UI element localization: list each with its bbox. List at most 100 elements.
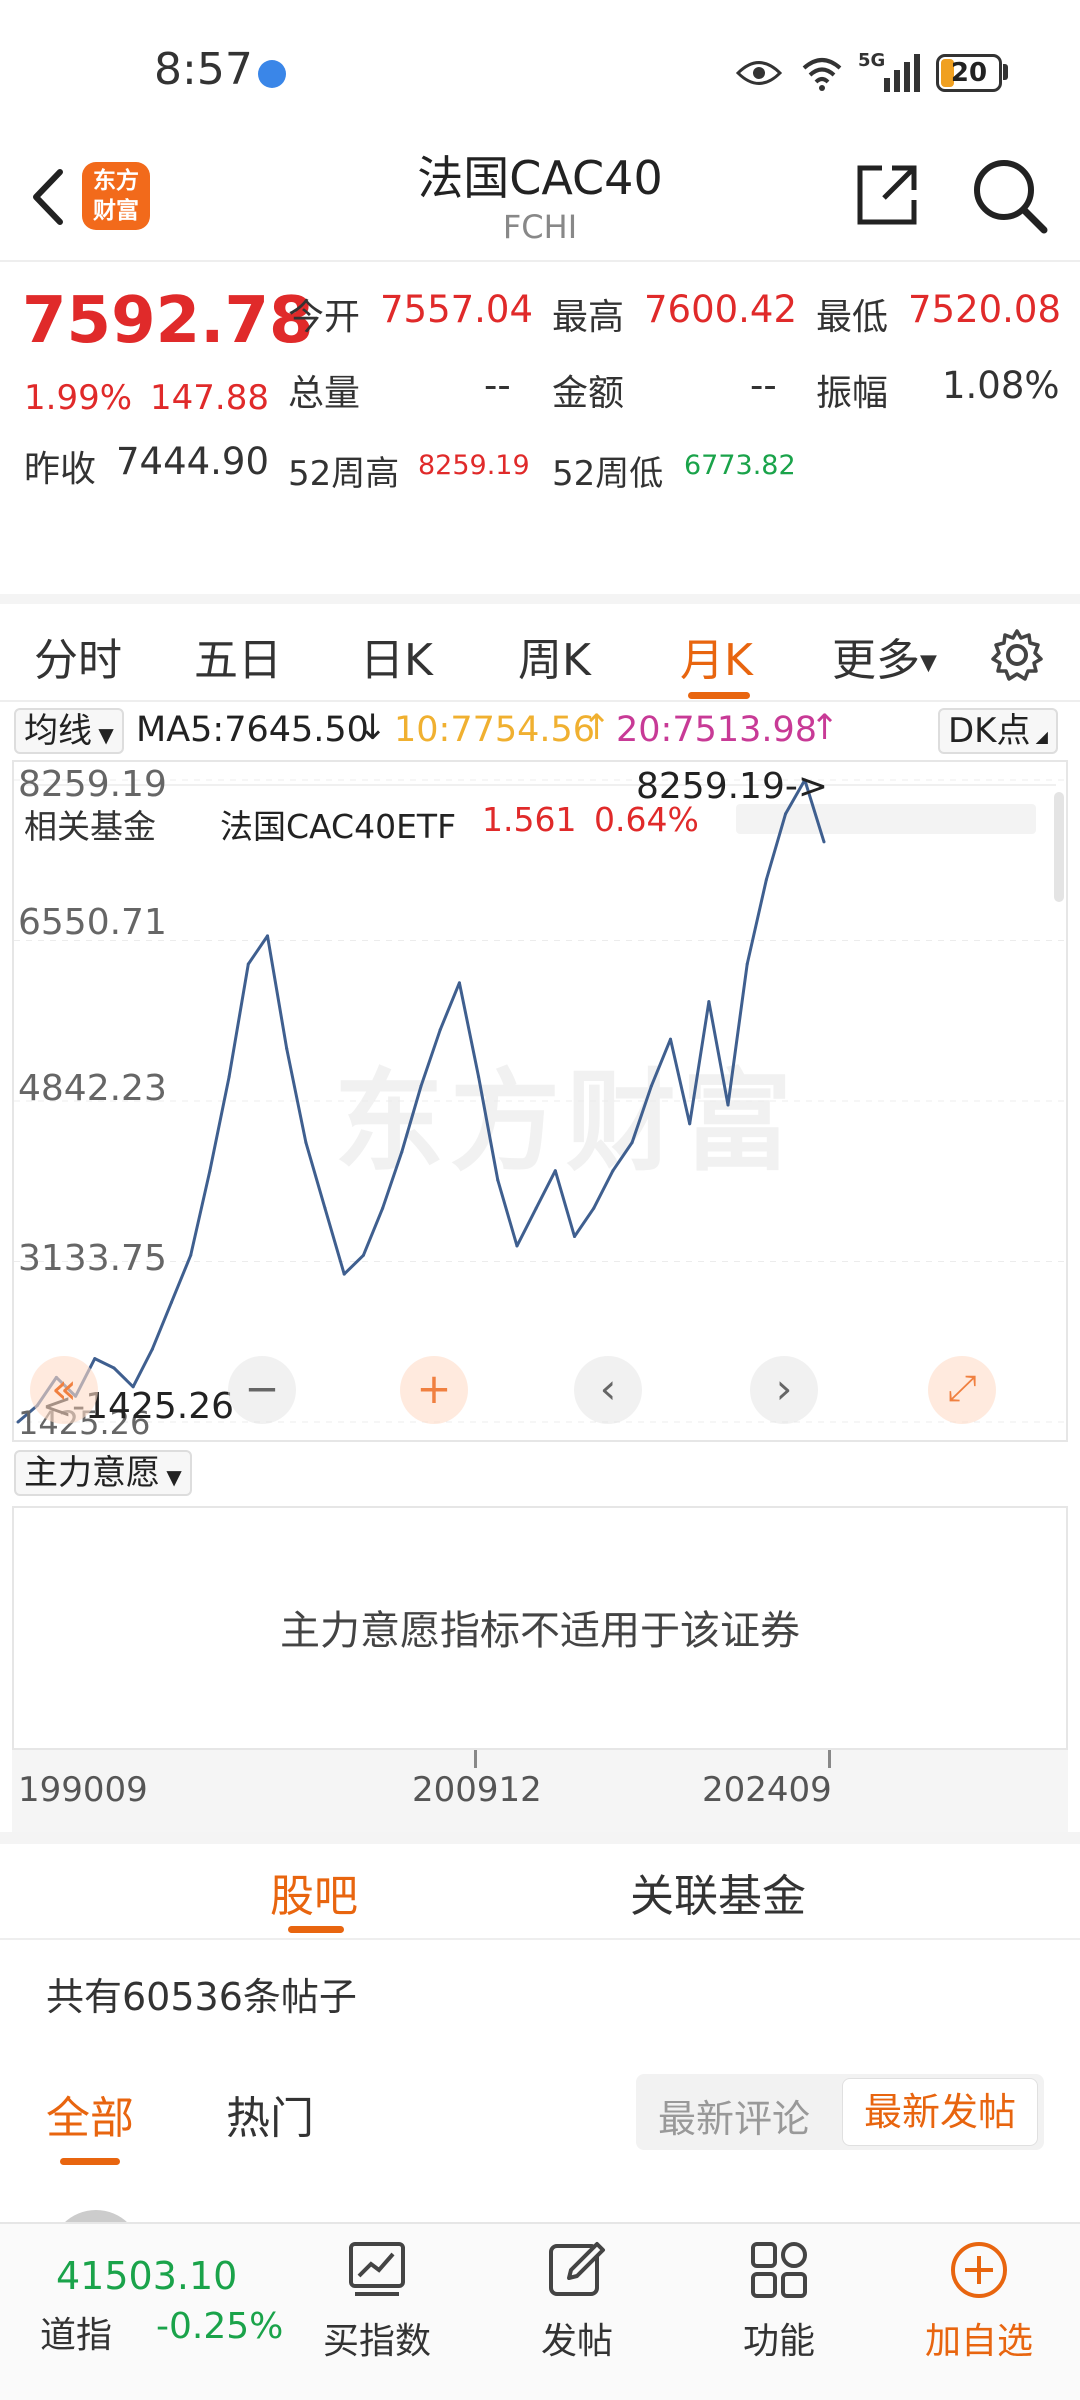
index-value: 41503.10 (56, 2254, 238, 2298)
battery-level: 20 (950, 58, 988, 88)
price-point (304, 1141, 308, 1145)
share-icon[interactable] (852, 160, 922, 230)
price-point (477, 1075, 481, 1079)
low-value: 7520.08 (908, 288, 1062, 331)
functions-button[interactable]: 功能 (714, 2240, 844, 2364)
move-right-button[interactable]: › (750, 1356, 818, 1424)
price-point (649, 1084, 653, 1088)
filter-all[interactable]: 全部 (46, 2082, 134, 2146)
expand-icon: ⤢ (947, 1368, 977, 1409)
x-tick-label: 199009 (18, 1770, 148, 1810)
price-point (592, 1206, 596, 1210)
price-point (265, 934, 269, 938)
wk52-low-label: 52周低 (552, 454, 664, 494)
zoom-out-button[interactable]: − (228, 1356, 296, 1424)
zoom-in-button[interactable]: + (400, 1356, 468, 1424)
minus-icon: − (244, 1364, 280, 1413)
tab-daily-k[interactable]: 日K (360, 624, 433, 688)
ma5-down-arrow-icon: ↓ (358, 708, 388, 748)
filter-hot[interactable]: 热门 (226, 2082, 314, 2146)
price-chart[interactable]: 东方财富 8259.19 6550.71 4842.23 3133.75 142… (12, 760, 1068, 1442)
active-filter-indicator (60, 2158, 120, 2165)
price-point (400, 1150, 404, 1154)
community-tabs: 股吧 关联基金 (0, 1844, 1080, 1940)
ma10-value: 10:7754.56 (394, 710, 596, 750)
dropdown-triangle-icon: ▼ (92, 723, 114, 747)
dk-point-button[interactable]: DK点 ◢ (938, 708, 1058, 754)
price-point (361, 1253, 365, 1257)
chevron-right-icon: › (775, 1364, 793, 1413)
sort-switch: 最新评论 最新发帖 (636, 2074, 1044, 2150)
tab-related-fund[interactable]: 关联基金 (630, 1860, 806, 1924)
tab-intraday[interactable]: 分时 (34, 624, 122, 688)
post-button[interactable]: 发帖 (512, 2240, 642, 2364)
quote-panel: 7592.78 1.99% 147.88 昨收 7444.90 今开 7557.… (0, 264, 1080, 846)
sort-latest-post[interactable]: 最新发帖 (842, 2078, 1038, 2146)
chart-scroll-thumb[interactable] (1054, 792, 1064, 902)
price-point (764, 878, 768, 882)
wk52-high-value: 8259.19 (418, 450, 530, 481)
chart-canvas (14, 778, 1066, 1424)
sort-latest-comment[interactable]: 最新评论 (658, 2088, 810, 2143)
ma-selector[interactable]: 均线 ▼ (14, 708, 124, 754)
ma20-value: 20:7513.98 (616, 710, 818, 750)
add-circle-icon (951, 2242, 1007, 2298)
last-price: 7592.78 (22, 284, 314, 358)
indicator-selector[interactable]: 主力意愿 ▼ (14, 1450, 192, 1496)
y-tick-label: 8259.19 (18, 764, 167, 805)
price-point (573, 1234, 577, 1238)
price-point (457, 981, 461, 985)
ma-row: 均线 ▼ MA5:7645.50 ↓ 10:7754.56 ↑ 20:7513.… (0, 702, 1080, 758)
tab-more[interactable]: 更多▼ (832, 624, 937, 688)
gear-icon[interactable] (990, 628, 1044, 682)
fullscreen-button[interactable]: ⤢ (928, 1356, 996, 1424)
x-tick (828, 1750, 831, 1768)
zoom-out-left-button[interactable]: « (30, 1356, 98, 1424)
buy-index-button[interactable]: 买指数 (312, 2240, 442, 2364)
tab-five-day[interactable]: 五日 (194, 624, 282, 688)
price-point (668, 1037, 672, 1041)
volume-label: 总量 (288, 373, 361, 414)
tab-guba[interactable]: 股吧 (270, 1860, 358, 1924)
wk52-high-label: 52周高 (288, 454, 400, 494)
ma20-up-arrow-icon: ↑ (810, 708, 840, 748)
prev-close-label: 昨收 (24, 449, 97, 490)
ma5-value: MA5:7645.50 (136, 710, 369, 750)
volume-value: -- (484, 364, 511, 407)
high-label: 最高 (552, 297, 625, 338)
amount-label: 金额 (552, 373, 625, 414)
tab-weekly-k[interactable]: 周K (518, 624, 591, 688)
move-left-button[interactable]: ‹ (574, 1356, 642, 1424)
price-point (112, 1366, 116, 1370)
price-point (323, 1206, 327, 1210)
wk52-low-value: 6773.82 (684, 450, 796, 481)
index-name: 道指 (40, 2315, 113, 2356)
price-point (515, 1244, 519, 1248)
price-point (170, 1300, 174, 1304)
amplitude-label: 振幅 (816, 373, 889, 414)
amplitude-value: 1.08% (942, 364, 1060, 407)
price-point (534, 1206, 538, 1210)
price-point (726, 1103, 730, 1107)
change-amount: 147.88 (150, 378, 269, 418)
x-tick-label: 202409 (702, 1770, 832, 1810)
corner-triangle-icon: ◢ (1030, 727, 1048, 746)
add-watchlist-button[interactable]: 加自选 (914, 2240, 1044, 2364)
search-icon[interactable] (970, 156, 1048, 236)
x-tick (474, 1750, 477, 1768)
open-label: 今开 (288, 297, 361, 338)
indicator-panel: 主力意愿指标不适用于该证券 (12, 1506, 1068, 1750)
price-point (285, 1047, 289, 1051)
price-point (208, 1169, 212, 1173)
tab-monthly-k[interactable]: 月K (680, 624, 753, 688)
signal-icon (884, 54, 920, 92)
index-percent: -0.25% (156, 2306, 284, 2347)
y-tick-label: 6550.71 (18, 902, 167, 943)
dropdown-triangle-icon: ▼ (160, 1465, 182, 1489)
price-point (553, 1169, 557, 1173)
eye-icon (736, 61, 782, 85)
ma10-up-arrow-icon: ↑ (582, 708, 612, 748)
price-point (822, 840, 826, 844)
price-point (688, 1122, 692, 1126)
browser-globe-icon (258, 60, 286, 88)
